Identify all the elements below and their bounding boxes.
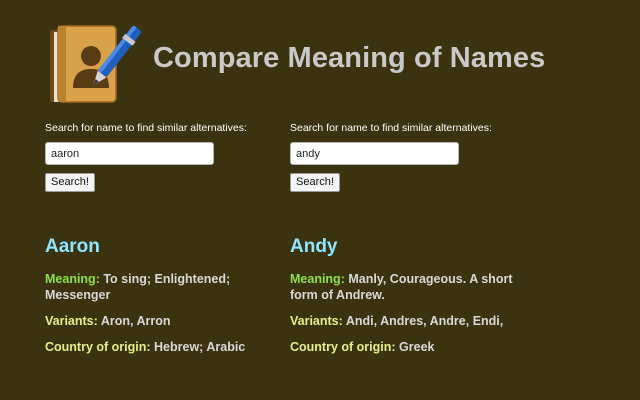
origin-label: Country of origin: — [45, 340, 151, 354]
search-panel-right: Search for name to find similar alternat… — [290, 122, 530, 192]
result-name: Aaron — [45, 236, 100, 257]
origin-value: Hebrew; Arabic — [154, 340, 246, 354]
search-label: Search for name to find similar alternat… — [290, 122, 492, 134]
origin-label: Country of origin: — [290, 340, 396, 354]
address-book-pen-icon — [50, 25, 141, 103]
result-panel-left: Aaron Meaning: To sing; Enlightened; Mes… — [45, 236, 270, 365]
origin-value: Greek — [399, 340, 435, 354]
search-input-right[interactable] — [290, 142, 459, 165]
search-button-left[interactable]: Search! — [45, 173, 95, 192]
meaning-row: Meaning: To sing; Enlightened; Messenger — [45, 271, 270, 303]
meaning-label: Meaning: — [290, 272, 345, 286]
variants-value: Andi, Andres, Andre, Endi, — [345, 314, 504, 328]
variants-label: Variants: — [45, 314, 98, 328]
page: Compare Meaning of Names Search for name… — [0, 0, 640, 400]
variants-label: Variants: — [290, 314, 343, 328]
origin-row: Country of origin: Hebrew; Arabic — [45, 339, 270, 355]
origin-row: Country of origin: Greek — [290, 339, 515, 355]
variants-row: Variants: Aron, Arron — [45, 313, 270, 329]
meaning-row: Meaning: Manly, Courageous. A short form… — [290, 271, 515, 303]
result-panel-right: Andy Meaning: Manly, Courageous. A short… — [290, 236, 515, 365]
search-button-right[interactable]: Search! — [290, 173, 340, 192]
search-input-left[interactable] — [45, 142, 214, 165]
search-label: Search for name to find similar alternat… — [45, 122, 247, 134]
search-panel-left: Search for name to find similar alternat… — [45, 122, 285, 192]
meaning-label: Meaning: — [45, 272, 100, 286]
variants-row: Variants: Andi, Andres, Andre, Endi, — [290, 313, 515, 329]
variants-value: Aron, Arron — [100, 314, 171, 328]
page-title: Compare Meaning of Names — [153, 42, 546, 74]
result-name: Andy — [290, 236, 338, 257]
